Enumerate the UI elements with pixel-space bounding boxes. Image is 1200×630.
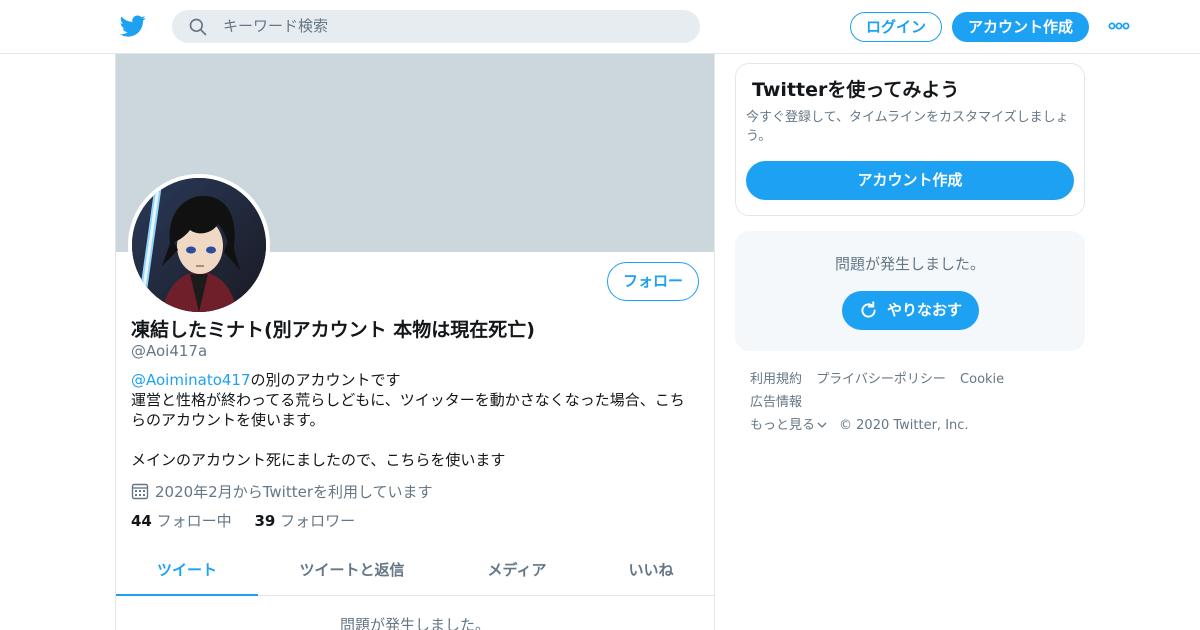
top-header: キーワード検索 ログイン アカウント作成 (0, 0, 1200, 54)
twitter-bird-icon[interactable] (120, 13, 146, 39)
bio-text: らのアカウントを使います。 (131, 411, 325, 429)
following-label: フォロー中 (156, 512, 232, 530)
following-count: 44 (131, 512, 152, 530)
footer-link-ads[interactable]: 広告情報 (750, 395, 802, 410)
joined-text: 2020年2月からTwitterを利用しています (155, 483, 433, 501)
bio-mention-link[interactable]: @Aoiminato417 (131, 371, 251, 389)
calendar-icon (131, 483, 149, 500)
signup-card: Twitterを使ってみよう 今すぐ登録して、タイムラインをカスタマイズしましょ… (735, 63, 1085, 216)
search-input[interactable]: キーワード検索 (223, 17, 328, 36)
footer-more-link[interactable]: もっと見る (750, 418, 815, 433)
timeline-error-text: 問題が発生しました。 (339, 616, 490, 630)
retry-label: やりなおす (887, 301, 963, 319)
follow-button[interactable]: フォロー (607, 262, 699, 301)
signup-card-title: Twitterを使ってみよう (752, 79, 960, 101)
tab-tweets-and-replies[interactable]: ツイートと返信 (280, 544, 424, 596)
sidebar-error-card: 問題が発生しました。 やりなおす (735, 231, 1085, 351)
profile-handle: @Aoi417a (131, 342, 208, 360)
login-button[interactable]: ログイン (850, 12, 942, 42)
footer-copyright: © 2020 Twitter, Inc. (839, 418, 969, 433)
sidebar-error-text: 問題が発生しました。 (834, 255, 985, 273)
footer-link-privacy[interactable]: プライバシーポリシー (816, 372, 946, 387)
bio-text: メインのアカウント死にましたので、こちらを使います (131, 451, 506, 469)
search-bar[interactable]: キーワード検索 (172, 10, 700, 43)
profile-bio: @Aoiminato417の別のアカウントです 運営と性格が終わってる荒らしども… (131, 370, 701, 470)
avatar-image (132, 178, 266, 312)
bio-text: の別のアカウントです (250, 371, 401, 389)
followers-count: 39 (254, 512, 276, 530)
profile-display-name: 凍結したミナト(別アカウント 本物は現在死亡) (131, 319, 535, 341)
signup-button[interactable]: アカウント作成 (952, 12, 1089, 42)
following-stat[interactable]: 44 フォロー中 (131, 512, 232, 530)
profile-column: フォロー 凍結したミナト(別アカウント 本物は現在死亡) @Aoi417a @A… (115, 54, 715, 630)
tab-likes[interactable]: いいね (616, 544, 686, 596)
more-dots-icon[interactable] (1108, 19, 1130, 33)
sidebar-footer: 利用規約 プライバシーポリシー Cookie 広告情報 もっと見る © 2020 … (750, 368, 1080, 437)
signup-card-text: 今すぐ登録して、タイムラインをカスタマイズしましょう。 (746, 110, 1069, 144)
signup-card-button[interactable]: アカウント作成 (746, 161, 1074, 200)
tab-tweets[interactable]: ツイート (116, 544, 258, 596)
tab-media[interactable]: メディア (472, 544, 562, 596)
followers-stat[interactable]: 39 フォロワー (254, 512, 355, 530)
chevron-down-icon[interactable] (817, 420, 827, 430)
retry-button[interactable]: やりなおす (842, 291, 979, 330)
footer-link-cookie[interactable]: Cookie (960, 372, 1004, 387)
bio-text: 運営と性格が終わってる荒らしどもに、ツイッターを動かさなくなった場合、こち (131, 391, 685, 409)
profile-tabs: ツイート ツイートと返信 メディア いいね (116, 544, 714, 596)
avatar[interactable] (128, 174, 270, 316)
footer-link-terms[interactable]: 利用規約 (750, 372, 802, 387)
search-icon (189, 18, 207, 36)
followers-label: フォロワー (280, 512, 356, 530)
profile-stats: 44 フォロー中 39 フォロワー (131, 510, 373, 531)
refresh-icon (861, 301, 876, 318)
joined-date: 2020年2月からTwitterを利用しています (131, 481, 433, 502)
